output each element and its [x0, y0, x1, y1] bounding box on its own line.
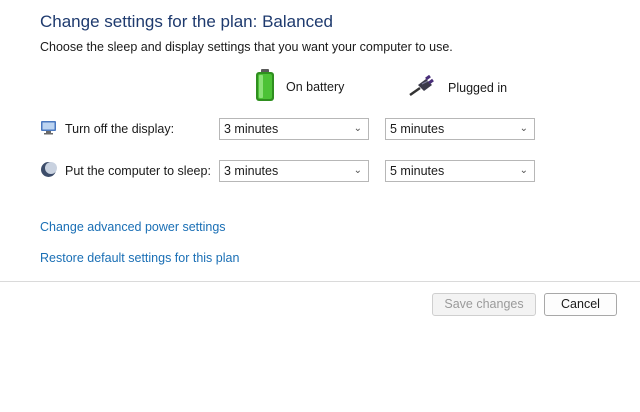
row-label-sleep: Put the computer to sleep: — [40, 161, 211, 181]
display-plugged-select[interactable]: 5 minutes ⌄ — [385, 118, 535, 140]
column-label-on-battery: On battery — [286, 79, 345, 94]
advanced-power-settings-link[interactable]: Change advanced power settings — [40, 220, 226, 234]
page-title: Change settings for the plan: Balanced — [40, 12, 333, 31]
battery-icon — [254, 68, 276, 105]
save-changes-button[interactable]: Save changes — [432, 293, 536, 316]
row-label-display: Turn off the display: — [40, 119, 174, 139]
power-plug-icon — [408, 74, 438, 100]
restore-defaults-link[interactable]: Restore default settings for this plan — [40, 251, 239, 265]
column-header-plugged-in: Plugged in — [408, 74, 508, 100]
chevron-down-icon: ⌄ — [519, 165, 528, 176]
cancel-button[interactable]: Cancel — [544, 293, 617, 316]
sleep-moon-icon — [40, 161, 57, 181]
monitor-icon — [40, 119, 57, 139]
chevron-down-icon: ⌄ — [519, 123, 528, 134]
sleep-battery-select[interactable]: 3 minutes ⌄ — [219, 160, 369, 182]
sleep-battery-value: 3 minutes — [224, 164, 279, 178]
display-battery-value: 3 minutes — [224, 122, 279, 136]
display-plugged-value: 5 minutes — [390, 122, 445, 136]
sleep-label: Put the computer to sleep: — [65, 164, 211, 178]
sleep-plugged-value: 5 minutes — [390, 164, 445, 178]
column-label-plugged-in: Plugged in — [448, 80, 508, 95]
chevron-down-icon: ⌄ — [353, 165, 362, 176]
display-label: Turn off the display: — [65, 122, 175, 136]
power-plan-settings-page: Change settings for the plan: Balanced C… — [0, 0, 640, 412]
sleep-plugged-select[interactable]: 5 minutes ⌄ — [385, 160, 535, 182]
display-battery-select[interactable]: 3 minutes ⌄ — [219, 118, 369, 140]
chevron-down-icon: ⌄ — [353, 123, 362, 134]
divider — [0, 281, 640, 282]
column-header-on-battery: On battery — [254, 68, 344, 105]
page-subtitle: Choose the sleep and display settings th… — [40, 40, 453, 54]
